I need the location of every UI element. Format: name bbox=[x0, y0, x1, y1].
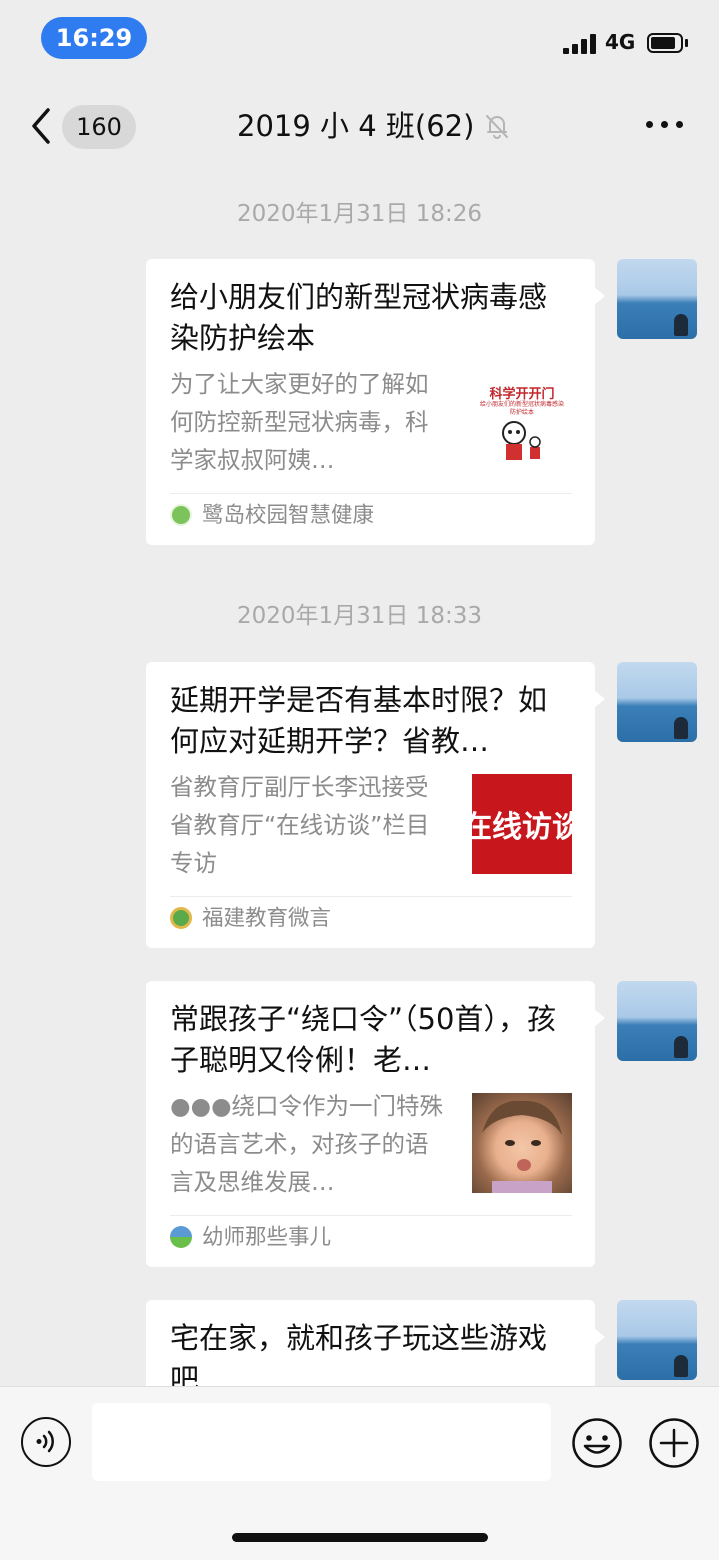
divider bbox=[170, 896, 572, 897]
voice-icon bbox=[36, 1430, 54, 1453]
source-name: 鹭岛校园智慧健康 bbox=[202, 503, 375, 528]
cartoon-illustration-icon bbox=[502, 421, 541, 460]
plus-icon bbox=[649, 1418, 699, 1468]
status-bar: 16:29 4G bbox=[0, 0, 719, 80]
avatar[interactable] bbox=[617, 1300, 697, 1380]
signal-icon bbox=[563, 34, 597, 54]
divider bbox=[170, 1215, 572, 1216]
article-card[interactable]: 延期开学是否有基本时限？如何应对延期开学？省教… 省教育厅副厅长李迅接受省教育厅… bbox=[146, 662, 605, 948]
source-name: 幼师那些事儿 bbox=[202, 1225, 332, 1250]
mute-bell-icon bbox=[482, 111, 512, 141]
article-title: 给小朋友们的新型冠状病毒感染防护绘本 bbox=[170, 280, 548, 355]
emoji-button[interactable] bbox=[571, 1417, 623, 1469]
article-card[interactable]: 常跟孩子“绕口令”（50首），孩子聪明又伶俐！老… ●●●绕口令作为一门特殊的语… bbox=[146, 981, 605, 1267]
home-indicator[interactable] bbox=[232, 1533, 488, 1542]
smiley-icon bbox=[572, 1418, 622, 1468]
article-thumbnail: 在线访谈 bbox=[472, 774, 572, 874]
avatar[interactable] bbox=[617, 259, 697, 339]
more-options-button[interactable] bbox=[643, 118, 685, 132]
source-logo-icon bbox=[170, 907, 192, 929]
article-source: 幼师那些事儿 bbox=[170, 1224, 331, 1252]
article-description: ●●●绕口令作为一门特殊的语言艺术，对孩子的语言及思维发展… bbox=[170, 1092, 444, 1196]
chat-title: 2019 小 4 班(62) bbox=[237, 109, 475, 143]
unread-count-badge[interactable]: 160 bbox=[62, 105, 136, 149]
article-thumbnail bbox=[472, 1093, 572, 1193]
article-source: 福建教育微言 bbox=[170, 905, 331, 933]
child-photo-icon bbox=[482, 1100, 562, 1193]
source-name: 福建教育微言 bbox=[202, 906, 332, 931]
article-title: 常跟孩子“绕口令”（50首），孩子聪明又伶俐！老… bbox=[170, 1002, 556, 1077]
article-thumbnail: 科学开开门 给小朋友们的新型冠状病毒感染防护绘本 bbox=[472, 375, 572, 475]
source-logo-icon bbox=[170, 1226, 192, 1248]
status-time: 16:29 bbox=[41, 17, 147, 59]
message-timestamp: 2020年1月31日 18:26 bbox=[236, 201, 483, 227]
battery-icon bbox=[647, 33, 689, 55]
more-actions-button[interactable] bbox=[648, 1417, 700, 1469]
divider bbox=[170, 493, 572, 494]
article-title: 延期开学是否有基本时限？如何应对延期开学？省教… bbox=[170, 683, 548, 758]
back-button[interactable] bbox=[26, 106, 58, 146]
network-type: 4G bbox=[605, 30, 636, 54]
message-input[interactable] bbox=[92, 1403, 551, 1481]
avatar[interactable] bbox=[617, 662, 697, 742]
article-source: 鹭岛校园智慧健康 bbox=[170, 502, 374, 530]
voice-input-button[interactable] bbox=[21, 1417, 71, 1467]
chevron-left-icon bbox=[32, 108, 50, 144]
message-timestamp: 2020年1月31日 18:33 bbox=[236, 603, 483, 629]
article-description: 为了让大家更好的了解如何防控新型冠状病毒，科学家叔叔阿姨… bbox=[170, 370, 429, 474]
article-description: 省教育厅副厅长李迅接受省教育厅“在线访谈”栏目专访 bbox=[170, 773, 430, 877]
article-card[interactable]: 给小朋友们的新型冠状病毒感染防护绘本 为了让大家更好的了解如何防控新型冠状病毒，… bbox=[146, 259, 605, 545]
source-logo-icon bbox=[170, 504, 192, 526]
avatar[interactable] bbox=[617, 981, 697, 1061]
chat-header: 160 2019 小 4 班(62) bbox=[0, 80, 719, 170]
